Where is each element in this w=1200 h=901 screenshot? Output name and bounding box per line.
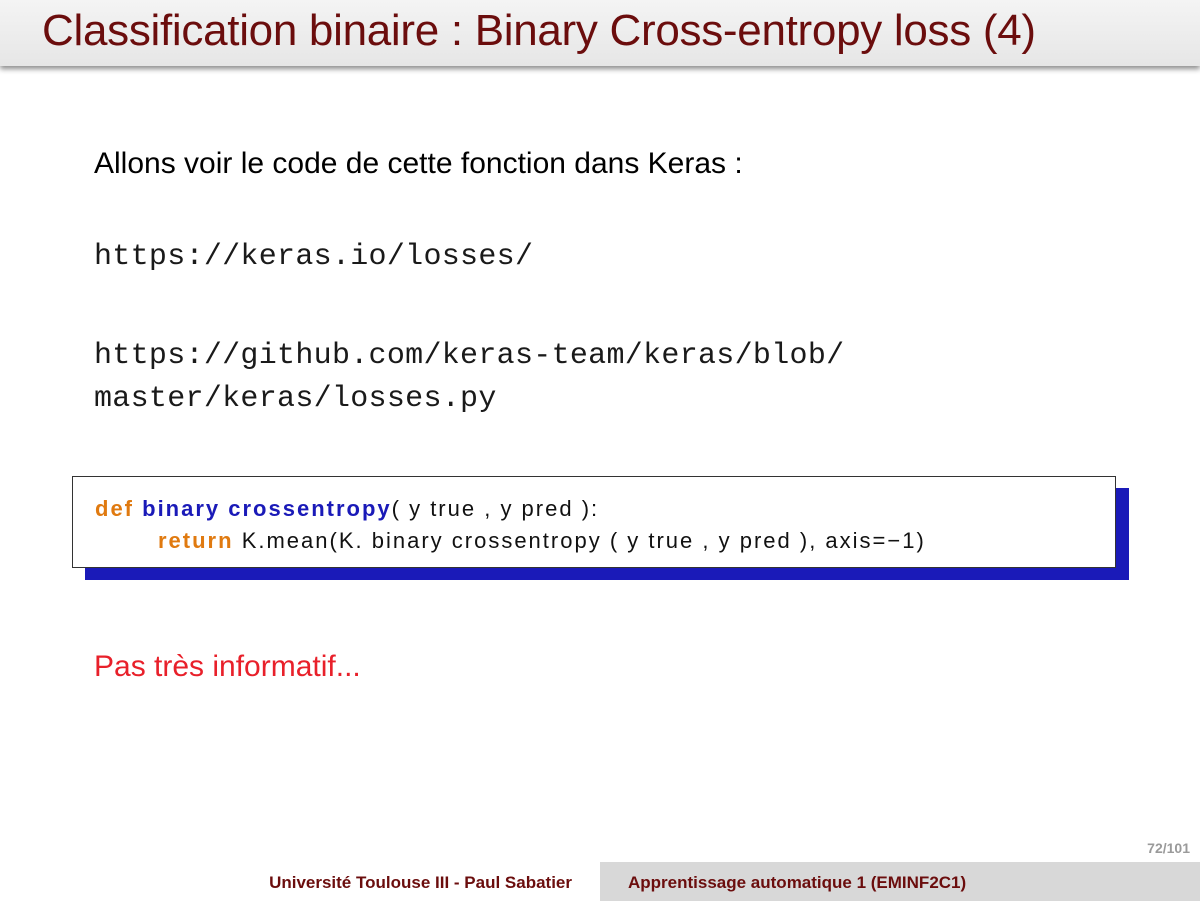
keras-losses-link[interactable]: https://keras.io/losses/ — [94, 240, 533, 274]
github-link-line1: https://github.com/keras-team/keras/blob… — [94, 339, 845, 373]
code-line-2-expression: K.mean(K. binary crossentropy ( y true ,… — [241, 528, 926, 553]
code-block: def binary crossentropy( y true , y pred… — [72, 476, 1116, 568]
code-line-1-params: ( y true , y pred ): — [391, 496, 600, 521]
slide-title: Classification binaire : Binary Cross-en… — [42, 6, 1036, 55]
github-losses-link[interactable]: https://github.com/keras-team/keras/blob… — [94, 335, 844, 421]
footer-course-text: Apprentissage automatique 1 (EMINF2C1) — [628, 873, 967, 892]
footer-institution: Université Toulouse III - Paul Sabatier — [0, 862, 600, 901]
title-bar: Classification binaire : Binary Cross-en… — [0, 0, 1200, 66]
footer-institution-text: Université Toulouse III - Paul Sabatier — [269, 873, 572, 892]
keyword-return: return — [158, 528, 234, 553]
code-line-1: def binary crossentropy( y true , y pred… — [95, 496, 599, 522]
remark-text: Pas très informatif... — [94, 650, 361, 683]
github-link-line2: master/keras/losses.py — [94, 382, 497, 416]
intro-text: Allons voir le code de cette fonction da… — [94, 147, 743, 180]
keyword-def: def — [95, 496, 134, 521]
footer-course: Apprentissage automatique 1 (EMINF2C1) — [600, 862, 1200, 901]
code-line-2: return K.mean(K. binary crossentropy ( y… — [158, 528, 926, 554]
page-number: 72/101 — [1147, 840, 1190, 856]
function-name: binary crossentropy — [142, 496, 392, 521]
